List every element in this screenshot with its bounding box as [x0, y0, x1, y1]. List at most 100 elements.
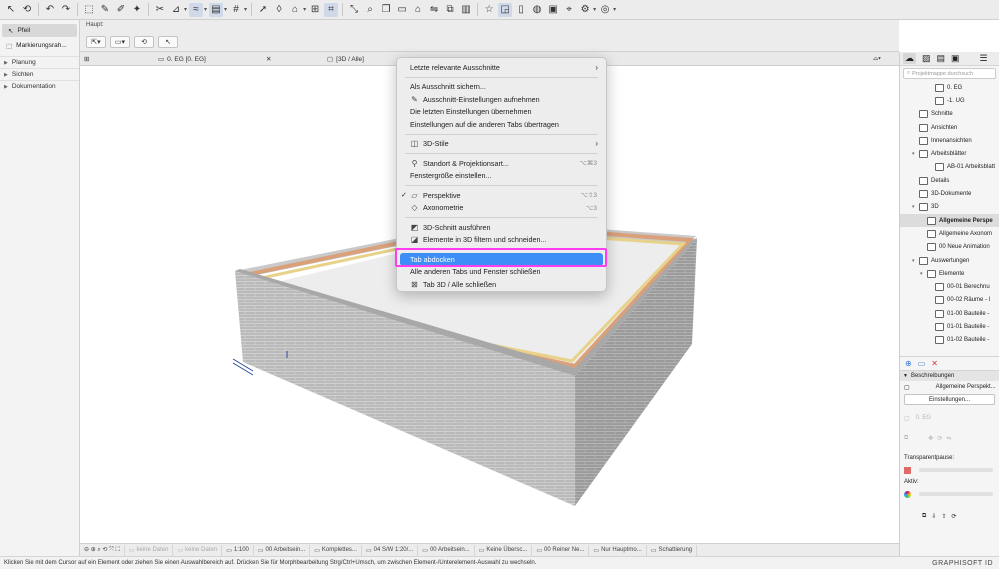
color-wheel-icon[interactable] — [904, 490, 911, 498]
quick-option[interactable]: ▭ Nur Hauptmo... — [589, 544, 647, 556]
grid-snap-icon[interactable]: ⌗ — [324, 2, 339, 17]
lock-icon[interactable]: ⌂ — [288, 3, 302, 17]
menu-einstellungen-aufnehmen[interactable]: ✎ Ausschnitt-Einstellungen aufnehmen — [397, 93, 606, 106]
menu-einstellungen-uebernehmen[interactable]: Die letzten Einstellungen übernehmen — [397, 106, 606, 119]
tree-item[interactable]: 00-01 Berechnu — [900, 280, 999, 293]
paste-icon[interactable]: ▭ — [395, 3, 409, 17]
layout-book-icon[interactable]: ▤ — [937, 53, 946, 64]
menu-icon[interactable]: ☰ — [980, 53, 988, 64]
layer-icon[interactable]: ▤ — [209, 2, 224, 17]
view-options-icon[interactable]: ⌓▾ — [873, 52, 881, 66]
tree-item[interactable]: ▾ Auswertungen — [900, 254, 999, 267]
project-map-icon[interactable]: ☁ — [903, 53, 916, 64]
color-swatch[interactable] — [904, 466, 911, 474]
redo-icon[interactable]: ↷ — [59, 3, 73, 17]
magic-wand-icon[interactable]: ✦ — [130, 3, 144, 17]
select-tool-icon[interactable]: ⬚ — [82, 3, 96, 17]
beschreibungen-section[interactable]: ▼ Beschreibungen — [900, 370, 999, 381]
quick-option[interactable]: ▭ 00 Arbeitsein... — [418, 544, 475, 556]
layer-combo-icon[interactable]: ⧉ — [922, 513, 926, 520]
mirror-icon[interactable]: ⇋ — [946, 435, 951, 442]
tree-item[interactable]: Ansichten — [900, 121, 999, 134]
line-tool-icon[interactable]: ≈ — [189, 2, 204, 17]
quick-option[interactable]: ▭ 1:100 — [222, 544, 254, 556]
navigation-icons[interactable]: ⊖ ⊕ ⌕ ⟲ ⤧ ⛶ — [80, 544, 125, 556]
copy-icon[interactable]: ❐ — [379, 3, 393, 17]
scissors-icon[interactable]: ✂ — [153, 3, 167, 17]
transparency-slider[interactable] — [919, 468, 993, 472]
menu-3d-schnitt[interactable]: ◩ 3D-Schnitt ausführen — [397, 221, 606, 234]
cursor-mode-button[interactable]: ↖ — [158, 36, 178, 48]
menu-alle-schliessen[interactable]: Alle anderen Tabs und Fenster schließen — [397, 266, 606, 279]
menu-fenstergroesse[interactable]: Fenstergröße einstellen... — [397, 170, 606, 183]
tree-item[interactable]: AB-01 Arbeitsblatt — [900, 161, 999, 174]
delete-icon[interactable]: ✕ — [931, 359, 938, 368]
menu-axonometrie[interactable]: ◇ Axonometrie ⌥3 — [397, 202, 606, 215]
tab-floorplan[interactable]: ▭ 0. EG [0. EG] — [158, 52, 206, 66]
tree-item[interactable]: ▾ Arbeitsblätter — [900, 147, 999, 160]
globe-icon[interactable]: ◍ — [530, 3, 544, 17]
drop-icon[interactable]: ◊ — [272, 3, 286, 17]
nav-sichten[interactable]: ▶ Sichten — [0, 68, 79, 80]
sync-icon[interactable]: ⟳ — [951, 513, 956, 520]
import-icon[interactable]: ⇧ — [941, 513, 946, 520]
chevron-down-icon[interactable]: ▾ — [912, 258, 919, 264]
chevron-down-icon[interactable]: ▾ — [613, 6, 616, 13]
quick-option[interactable]: ▭ Keine Übersc... — [475, 544, 533, 556]
tab-3d[interactable]: ▢ [3D / Alle] — [327, 52, 364, 66]
trace-icon[interactable]: ▢ — [904, 415, 910, 422]
snap-icon[interactable]: ⊞ — [308, 3, 322, 17]
tree-item[interactable]: Allgemeine Perspe — [900, 213, 999, 228]
settings-icon[interactable]: ⚙ — [578, 3, 592, 17]
cube-icon[interactable]: ▣ — [546, 3, 560, 17]
menu-tab-abdocken[interactable]: Tab abdocken — [400, 253, 603, 266]
tree-item[interactable]: ▾ Elemente — [900, 267, 999, 280]
menu-letzte-ausschnitte[interactable]: Letzte relevante Ausschnitte › — [397, 61, 606, 74]
chevron-down-icon[interactable]: ▾ — [920, 271, 927, 277]
chevron-down-icon[interactable]: ▾ — [224, 6, 227, 13]
cursor-icon[interactable]: ➚ — [256, 3, 270, 17]
home-icon[interactable]: ⌂ — [411, 3, 425, 17]
tab-grid-icon[interactable]: ⊞ — [84, 52, 89, 66]
tree-item[interactable]: 01-02 Bauteile - — [900, 334, 999, 347]
menu-einstellungen-uebertragen[interactable]: Einstellungen auf die anderen Tabs übert… — [397, 118, 606, 131]
menu-elemente-filtern[interactable]: ◪ Elemente in 3D filtern und schneiden... — [397, 234, 606, 247]
nav-dokumentation[interactable]: ▶ Dokumentation — [0, 80, 79, 92]
tree-item[interactable]: 01-01 Bauteile - — [900, 320, 999, 333]
rotate-marquee-button[interactable]: ⟲ — [134, 36, 154, 48]
rotate-icon[interactable]: ⟳ — [937, 435, 942, 442]
tree-item[interactable]: Details — [900, 174, 999, 187]
star-icon[interactable]: ☆ — [482, 3, 496, 17]
tree-item[interactable]: -1. UG — [900, 94, 999, 107]
transform-icon[interactable]: ⤡ — [347, 3, 361, 17]
menu-perspektive[interactable]: ✓ ▱ Perspektive ⌥⇧3 — [397, 189, 606, 202]
menu-tab-schliessen[interactable]: ⊠ Tab 3D / Alle schließen — [397, 278, 606, 291]
mirror-icon[interactable]: ⇋ — [427, 3, 441, 17]
project-map-search[interactable]: ⌕ Projektmappe durchsuch — [903, 68, 996, 79]
view-map-icon[interactable]: ▨ — [922, 53, 931, 64]
pen-icon[interactable]: ✎ — [98, 3, 112, 17]
chevron-down-icon[interactable]: ▾ — [244, 6, 247, 13]
menu-als-ausschnitt-sichern[interactable]: Als Ausschnitt sichern... — [397, 81, 606, 94]
tree-item[interactable]: 00 Neue Animation — [900, 241, 999, 254]
add-icon[interactable]: ⊕ — [905, 359, 912, 368]
einstellungen-button[interactable]: Einstellungen... — [904, 394, 995, 405]
quick-option[interactable]: ▭ 04 S/W 1:20/... — [362, 544, 419, 556]
chevron-down-icon[interactable]: ▾ — [912, 151, 919, 157]
tree-item[interactable]: Allgemeine Axonom — [900, 227, 999, 240]
tree-item[interactable]: 3D-Dokumente — [900, 187, 999, 200]
settings-icon[interactable]: ▭ — [918, 359, 926, 368]
chevron-down-icon[interactable]: ▾ — [184, 6, 187, 13]
brush-icon[interactable]: ✐ — [114, 3, 128, 17]
chevron-down-icon[interactable]: ▾ — [204, 6, 207, 13]
quick-option[interactable]: ▭ Komplettes... — [310, 544, 362, 556]
tree-item[interactable]: Schnitte — [900, 108, 999, 121]
tool-markierungsrahmen[interactable]: ⬚ Markierungsrah... — [0, 39, 79, 52]
close-tab-icon[interactable]: ✕ — [266, 52, 271, 66]
document-icon[interactable]: ▯ — [514, 3, 528, 17]
chevron-down-icon[interactable]: ▾ — [912, 204, 919, 210]
selection-method-button[interactable]: ⇱▾ — [86, 36, 106, 48]
quick-option[interactable]: ▭ Schattierung — [647, 544, 698, 556]
tag-icon[interactable]: ⌖ — [562, 3, 576, 17]
compass-icon[interactable]: ◎ — [598, 3, 612, 17]
